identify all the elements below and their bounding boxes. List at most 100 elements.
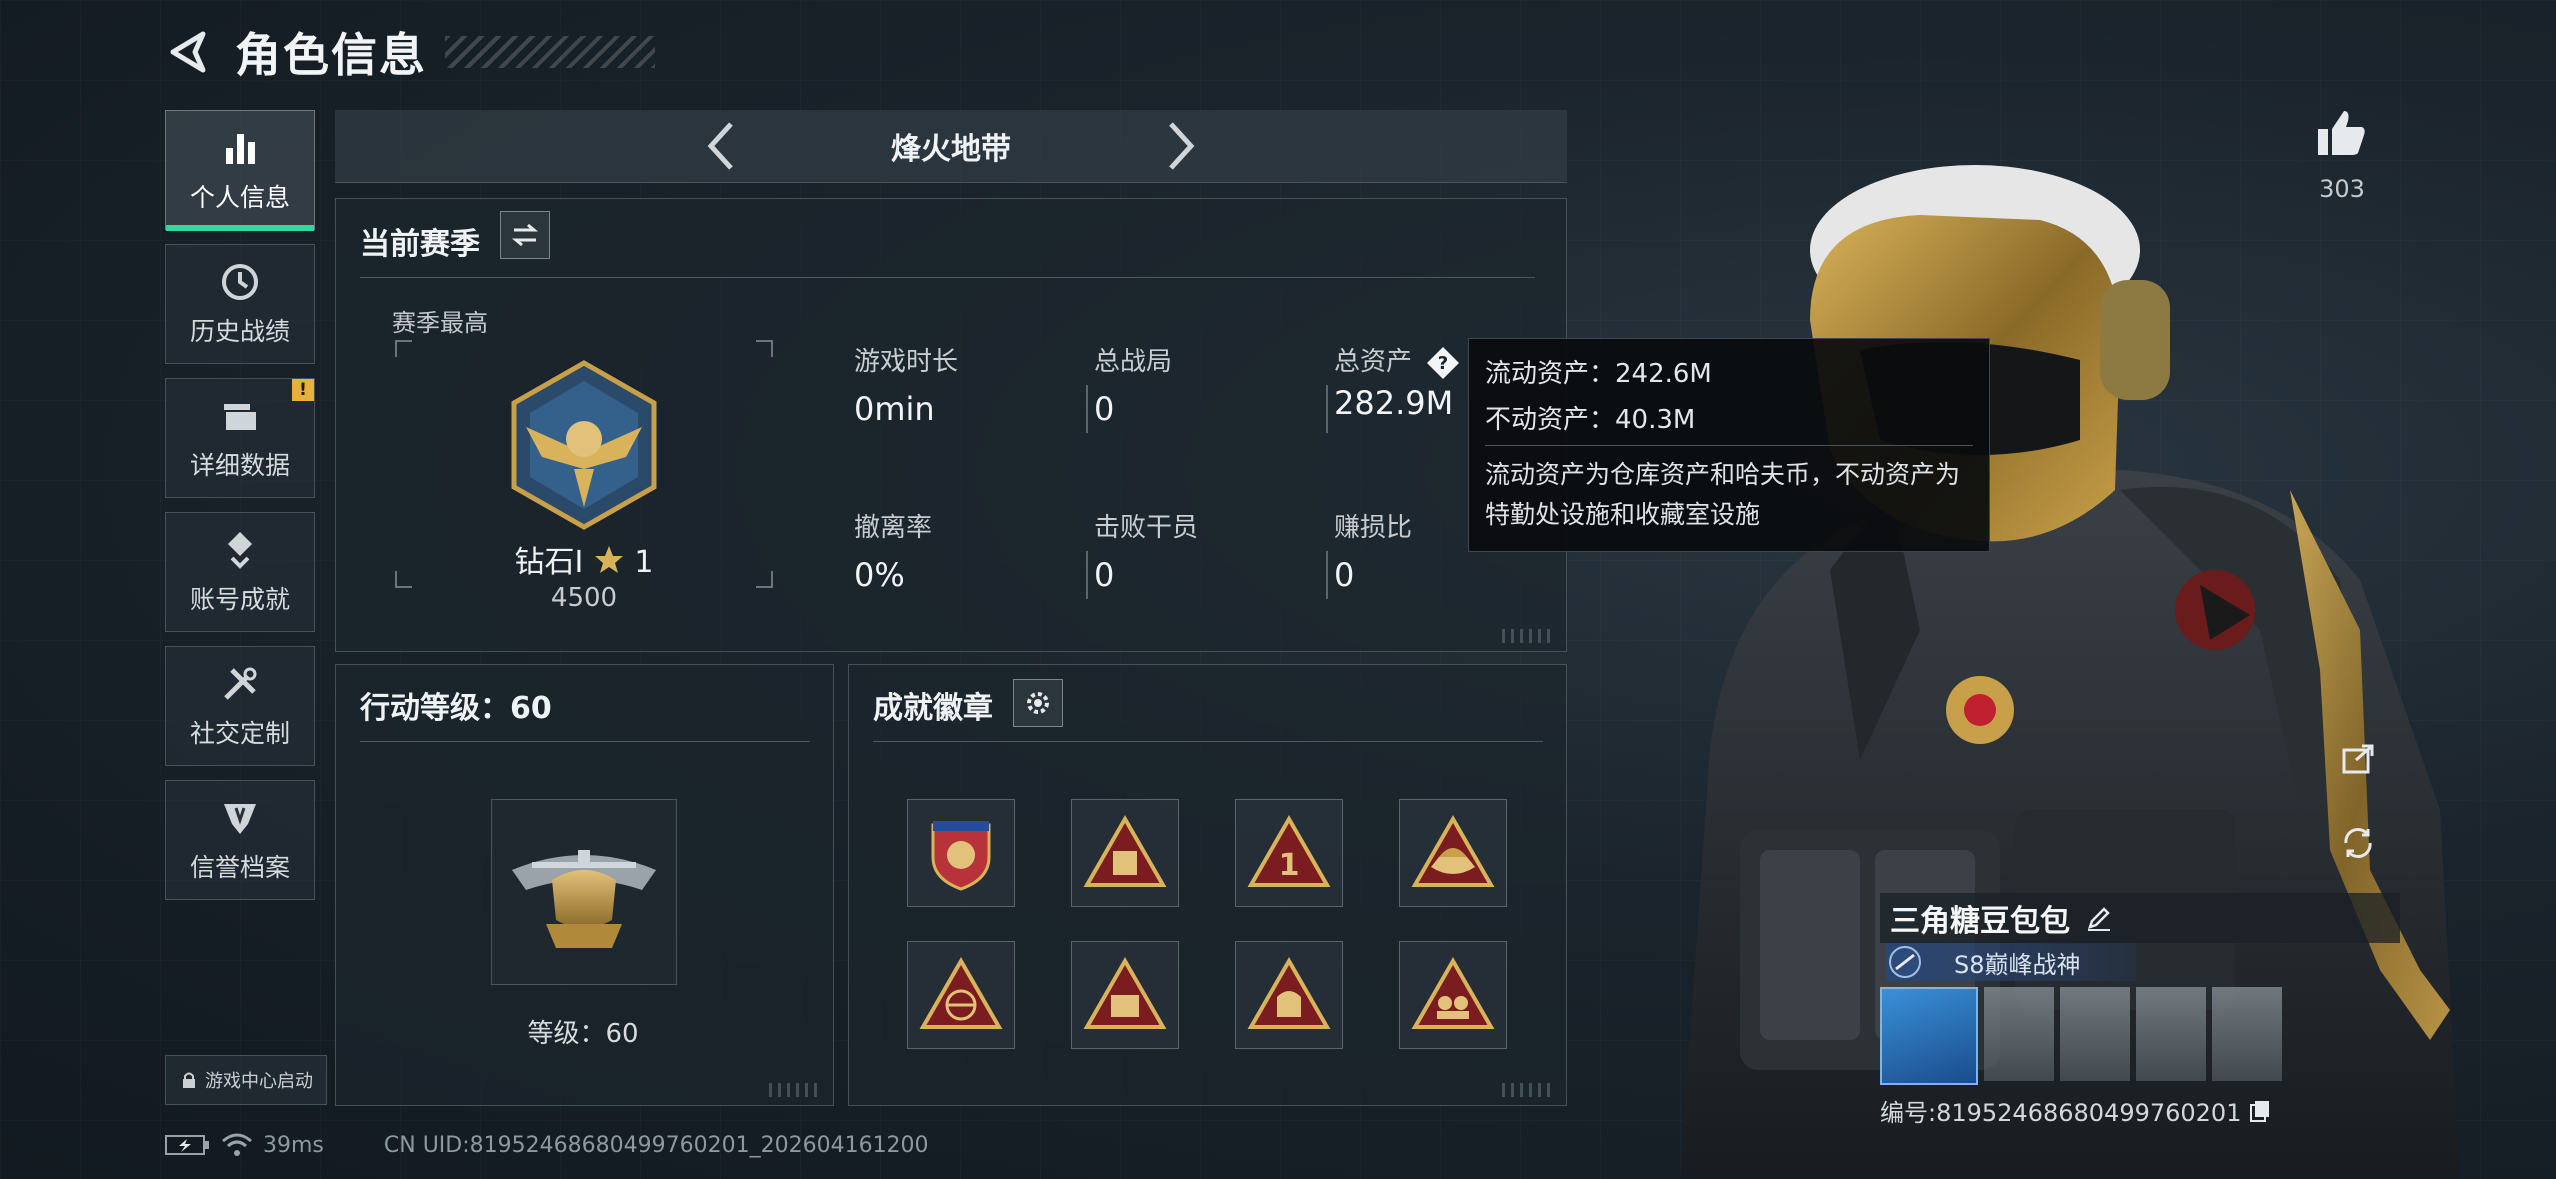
- nav-item-personal-info[interactable]: 个人信息: [165, 110, 315, 231]
- assets-tooltip: 流动资产：242.6M 不动资产：40.3M 流动资产为仓库资产和哈夫币，不动资…: [1468, 338, 1990, 552]
- level-rule: [360, 741, 810, 742]
- tooltip-fixed-assets: 不动资产：40.3M: [1485, 405, 1696, 435]
- achievement-badge[interactable]: [907, 941, 1015, 1049]
- nav-label: 社交定制: [189, 719, 290, 748]
- card-tile: [2060, 987, 2130, 1081]
- stat-divider: [1326, 385, 1328, 433]
- bar-chart-icon: [226, 134, 255, 164]
- boat-badge-icon: [1411, 814, 1495, 887]
- player-card-strip: [1880, 987, 2400, 1087]
- achievement-badge[interactable]: [1399, 941, 1507, 1049]
- nav-item-credit[interactable]: 信誉档案: [165, 780, 315, 900]
- globe-badge-icon: [919, 956, 1003, 1029]
- achievement-badge[interactable]: [1071, 799, 1179, 907]
- refresh-button[interactable]: [2333, 818, 2383, 868]
- badges-rule: [873, 741, 1543, 742]
- chevron-left-icon[interactable]: [701, 118, 741, 174]
- tooltip-divider: [1485, 445, 1973, 446]
- svg-text:?: ?: [1438, 353, 1448, 374]
- season-rule: [360, 277, 1535, 278]
- stat-label: 游戏时长: [854, 347, 959, 377]
- wifi-icon: [222, 1133, 252, 1156]
- nav-item-social[interactable]: 社交定制: [165, 646, 315, 766]
- diamond-rank-emblem-icon: [511, 360, 657, 530]
- like-widget[interactable]: 303: [2310, 105, 2374, 203]
- thumbs-up-icon: [2318, 111, 2365, 155]
- page-title: 角色信息: [235, 28, 427, 82]
- star-icon: [594, 546, 623, 573]
- badges-panel: 成就徽章 1: [848, 664, 1567, 1106]
- stat-label: 总战局: [1094, 347, 1173, 377]
- refresh-icon: [2344, 828, 2372, 858]
- back-arrow-icon[interactable]: [165, 28, 213, 76]
- level-panel: 行动等级：60 等级：60: [335, 664, 834, 1106]
- copy-icon[interactable]: [2247, 1098, 2273, 1124]
- help-icon[interactable]: ?: [1426, 346, 1460, 380]
- stat-value: 0: [1094, 390, 1115, 428]
- stat-divider: [1086, 385, 1088, 433]
- stat-operators-defeated: 击败干员 0: [1086, 507, 1294, 599]
- alert-badge: !: [292, 379, 314, 401]
- season-switch-button[interactable]: [500, 211, 550, 259]
- stat-extract-rate: 撤离率 0%: [854, 507, 1054, 594]
- badge-settings-button[interactable]: [1013, 679, 1063, 727]
- s5-badge-icon: [1247, 956, 1331, 1029]
- card-thumbnail[interactable]: [1880, 987, 1978, 1085]
- s4-badge-icon: [1083, 956, 1167, 1029]
- level-value: 等级：60: [527, 1019, 639, 1049]
- achievement-badge[interactable]: [1399, 799, 1507, 907]
- nav-label: 账号成就: [189, 585, 290, 614]
- clock-icon: [222, 264, 258, 300]
- achievement-badge[interactable]: 1: [1235, 799, 1343, 907]
- lock-icon: [183, 1072, 195, 1088]
- level-title: 行动等级：60: [360, 691, 552, 726]
- card-tile: [2212, 987, 2282, 1081]
- stat-divider: [1086, 551, 1088, 599]
- corner-decoration: [1502, 629, 1556, 643]
- s6-badge-icon: [1411, 956, 1495, 1029]
- edit-icon[interactable]: [2084, 903, 2114, 933]
- helicopter-emblem-icon: [512, 850, 656, 948]
- player-id-row: 编号:81952468680499760201: [1880, 1093, 2400, 1128]
- backpack-badge-icon: [1083, 814, 1167, 887]
- stat-total-matches: 总战局 0: [1086, 341, 1294, 433]
- status-bar: 39ms CN UID:81952468680499760201_2026041…: [165, 1128, 929, 1162]
- nav-item-achievements[interactable]: 账号成就: [165, 512, 315, 632]
- nav-item-history[interactable]: 历史战绩: [165, 244, 315, 364]
- shield-badge-icon: [931, 821, 991, 891]
- card-tile: [2136, 987, 2206, 1081]
- stat-divider: [1326, 551, 1328, 599]
- player-name: 三角糖豆包包: [1890, 904, 2070, 939]
- rank-stars: 1: [634, 545, 654, 580]
- stat-value: 0: [1094, 556, 1115, 594]
- trophy-icon: [228, 532, 252, 569]
- ping-value: 39ms: [263, 1132, 324, 1158]
- nav-item-detailed-data[interactable]: ! 详细数据: [165, 378, 315, 498]
- corner-decoration: [769, 1083, 823, 1097]
- stat-value: 0%: [854, 556, 905, 594]
- stat-label: 击败干员: [1094, 513, 1199, 543]
- achievement-badge[interactable]: [1071, 941, 1179, 1049]
- season-title: 当前赛季: [360, 227, 480, 262]
- gear-icon: [1027, 692, 1049, 714]
- level-emblem-frame: [491, 799, 677, 985]
- player-card: 三角糖豆包包 S8巅峰战神 编号:81952468680499760201: [1880, 893, 2400, 1128]
- header: 角色信息: [165, 22, 655, 82]
- like-count: 303: [2319, 175, 2365, 203]
- player-title: S8巅峰战神: [1954, 950, 2081, 979]
- nav-label: 历史战绩: [189, 317, 290, 346]
- achievement-badge[interactable]: [1235, 941, 1343, 1049]
- card-tile: [1984, 987, 2054, 1081]
- mode-switcher: 烽火地带: [335, 110, 1567, 183]
- swap-icon: [511, 223, 539, 247]
- share-button[interactable]: [2333, 733, 2383, 783]
- shield-icon: [224, 804, 256, 834]
- achievement-badge[interactable]: [907, 799, 1015, 907]
- game-center-launch-button[interactable]: 游戏中心启动: [165, 1055, 327, 1105]
- title-emblem-icon: [1889, 946, 1921, 978]
- stat-label: 总资产: [1334, 347, 1413, 377]
- chevron-right-icon[interactable]: [1161, 118, 1201, 174]
- player-name-row: 三角糖豆包包: [1880, 893, 2400, 943]
- player-id: 编号:81952468680499760201: [1880, 1099, 2242, 1127]
- sidebar-nav: 个人信息 历史战绩 ! 详细数据 账号成就 社交定制 信誉档案: [165, 110, 315, 914]
